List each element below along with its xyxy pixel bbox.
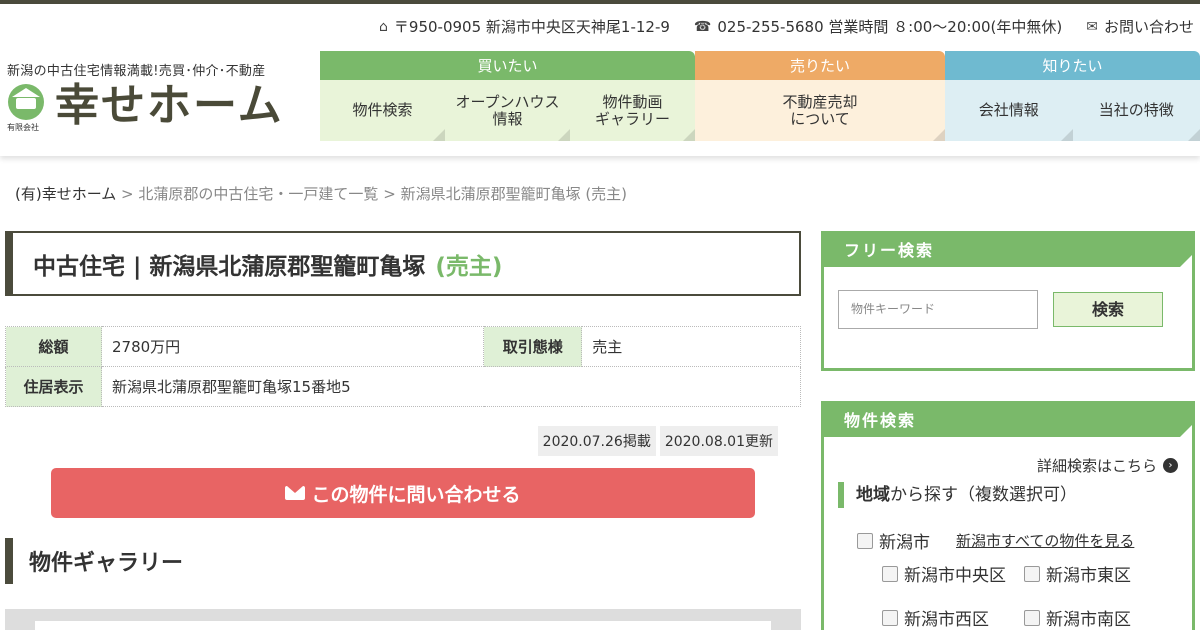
posted-date: 2020.07.26掲載 <box>537 426 656 456</box>
nav-items-sell: 不動産売却 について <box>695 80 945 141</box>
property-info-table: 総額 2780万円 取引態様 売主 住居表示 新潟県北蒲原郡聖籠町亀塚15番地5 <box>5 326 801 407</box>
nav-head-sell[interactable]: 売りたい <box>695 51 945 80</box>
deal-label: 取引態様 <box>483 326 583 367</box>
ward-checkbox[interactable] <box>1024 565 1040 582</box>
deal-value: 売主 <box>581 326 801 367</box>
nav-group-know: 知りたい 会社情報 当社の特徴 <box>945 51 1200 141</box>
gallery-heading: 物件ギャラリー <box>5 538 183 584</box>
ward-checkbox-row: 新潟市東区 <box>1024 561 1131 586</box>
house-logo-icon: 有限会社 <box>7 82 45 132</box>
arrow-right-icon: › <box>1163 458 1178 473</box>
keyword-input[interactable]: 物件キーワード <box>838 290 1038 329</box>
breadcrumb-level1[interactable]: 北蒲原郡の中古住宅・一戸建て一覧 <box>138 185 378 203</box>
table-row: 住居表示 新潟県北蒲原郡聖籠町亀塚15番地5 <box>5 366 801 407</box>
free-search-heading: フリー検索 <box>824 234 1192 267</box>
inquiry-button[interactable]: この物件に問い合わせる <box>51 468 755 518</box>
price-label: 総額 <box>5 326 102 367</box>
ward-checkbox[interactable] <box>1024 609 1040 626</box>
area-search-heading: 地域から探す（複数選択可） <box>838 482 1077 508</box>
city-all-link[interactable]: 新潟市すべての物件を見る <box>956 530 1134 551</box>
nav-item-label: 不動産売却 について <box>782 92 858 128</box>
contact-label: お問い合わせ <box>1103 18 1194 36</box>
main-nav: 買いたい 物件検索 オープンハウス 情報 物件動画 ギャラリー 売りたい 不動産… <box>320 51 1200 141</box>
logo-company-type: 有限会社 <box>7 123 39 132</box>
price-value: 2780万円 <box>100 326 485 367</box>
address-value: 新潟県北蒲原郡聖籠町亀塚15番地5 <box>101 366 801 407</box>
area-heading-bold: 地域 <box>856 485 890 505</box>
nav-items-buy: 物件検索 オープンハウス 情報 物件動画 ギャラリー <box>320 80 695 141</box>
ward-label: 新潟市西区 <box>904 610 989 630</box>
ward-checkbox-row: 新潟市中央区 <box>882 561 1006 586</box>
ward-checkbox[interactable] <box>882 609 898 626</box>
nav-head-buy[interactable]: 買いたい <box>320 51 695 80</box>
nav-item-video-gallery[interactable]: 物件動画 ギャラリー <box>570 80 695 141</box>
nav-items-know: 会社情報 当社の特徴 <box>945 80 1200 141</box>
breadcrumb-separator: > <box>383 185 396 203</box>
home-icon: ⌂ <box>379 18 388 35</box>
nav-group-buy: 買いたい 物件検索 オープンハウス 情報 物件動画 ギャラリー <box>320 51 695 141</box>
city-checkbox[interactable] <box>857 532 873 549</box>
contact-link[interactable]: ✉ お問い合わせ <box>1086 16 1194 37</box>
site-logo[interactable]: 有限会社 幸せホーム <box>7 80 284 133</box>
ward-label: 新潟市南区 <box>1046 610 1131 630</box>
page-title: 中古住宅 | 新潟県北蒲原郡聖籠町亀塚 (売主) <box>5 231 801 296</box>
area-heading-rest: から探す（複数選択可） <box>890 485 1077 505</box>
nav-item-company[interactable]: 会社情報 <box>945 80 1073 141</box>
phone-item[interactable]: ☎ 025-255-5680 営業時間 ８:00～20:00(年中無休) <box>694 16 1062 37</box>
site-tagline: 新潟の中古住宅情報満載!売買･仲介･不動産 <box>7 64 266 79</box>
search-button[interactable]: 検索 <box>1053 292 1163 327</box>
nav-item-open-house[interactable]: オープンハウス 情報 <box>445 80 570 141</box>
phone-icon: ☎ <box>693 18 712 35</box>
breadcrumb-separator: > <box>121 185 134 203</box>
page-title-text: 中古住宅 | 新潟県北蒲原郡聖籠町亀塚 <box>33 253 426 280</box>
nav-item-label: 物件検索 <box>352 101 413 119</box>
nav-group-sell: 売りたい 不動産売却 について <box>695 51 945 141</box>
gallery-frame <box>5 609 801 630</box>
nav-item-label: 物件動画 ギャラリー <box>594 92 670 128</box>
nav-item-label: 会社情報 <box>978 101 1039 119</box>
city-checkbox-row: 新潟市 新潟市すべての物件を見る <box>857 528 1134 553</box>
updated-date: 2020.08.01更新 <box>659 426 778 456</box>
nav-item-label: 当社の特徴 <box>1098 101 1174 119</box>
envelope-icon <box>285 486 306 500</box>
nav-item-sale[interactable]: 不動産売却 について <box>695 80 945 141</box>
detail-search-label: 詳細検索はこちら <box>1036 457 1157 475</box>
nav-item-features[interactable]: 当社の特徴 <box>1073 80 1200 141</box>
ward-label: 新潟市東区 <box>1046 566 1131 586</box>
ward-checkbox-row: 新潟市西区 <box>882 605 989 630</box>
ward-checkbox[interactable] <box>882 565 898 582</box>
contact-bar: ⌂ 〒950-0905 新潟市中央区天神尾1-12-9 ☎ 025-255-56… <box>379 16 1194 37</box>
address-text: 〒950-0905 新潟市中央区天神尾1-12-9 <box>393 18 670 36</box>
site-header: ⌂ 〒950-0905 新潟市中央区天神尾1-12-9 ☎ 025-255-56… <box>0 4 1200 156</box>
address-label: 住居表示 <box>5 366 102 407</box>
free-search-box: フリー検索 物件キーワード 検索 <box>821 231 1195 371</box>
address-item: ⌂ 〒950-0905 新潟市中央区天神尾1-12-9 <box>379 16 670 37</box>
property-search-heading: 物件検索 <box>824 404 1192 437</box>
envelope-icon: ✉ <box>1086 18 1098 35</box>
breadcrumb: (有)幸せホーム > 北蒲原郡の中古住宅・一戸建て一覧 > 新潟県北蒲原郡聖籠町… <box>15 183 627 204</box>
dates: 2020.07.26掲載 2020.08.01更新 <box>537 426 778 456</box>
breadcrumb-home[interactable]: (有)幸せホーム <box>15 185 116 203</box>
phone-text: 025-255-5680 営業時間 ８:00～20:00(年中無休) <box>717 18 1063 36</box>
nav-head-know[interactable]: 知りたい <box>945 51 1200 80</box>
gallery-image-area[interactable] <box>35 621 771 630</box>
nav-item-label: オープンハウス 情報 <box>455 92 560 128</box>
page-title-sub: (売主) <box>435 253 503 280</box>
breadcrumb-current: 新潟県北蒲原郡聖籠町亀塚 (売主) <box>400 185 628 203</box>
ward-label: 新潟市中央区 <box>904 566 1006 586</box>
nav-item-property-search[interactable]: 物件検索 <box>320 80 445 141</box>
logo-text: 幸せホーム <box>55 80 284 131</box>
table-row: 総額 2780万円 取引態様 売主 <box>5 326 801 367</box>
property-search-box: 物件検索 詳細検索はこちら › 地域から探す（複数選択可） 新潟市 新潟市すべて… <box>821 401 1195 630</box>
detail-search-link[interactable]: 詳細検索はこちら › <box>1037 455 1178 476</box>
inquiry-button-label: この物件に問い合わせる <box>311 483 521 506</box>
city-label: 新潟市 <box>879 533 930 553</box>
ward-checkbox-row: 新潟市南区 <box>1024 605 1131 630</box>
